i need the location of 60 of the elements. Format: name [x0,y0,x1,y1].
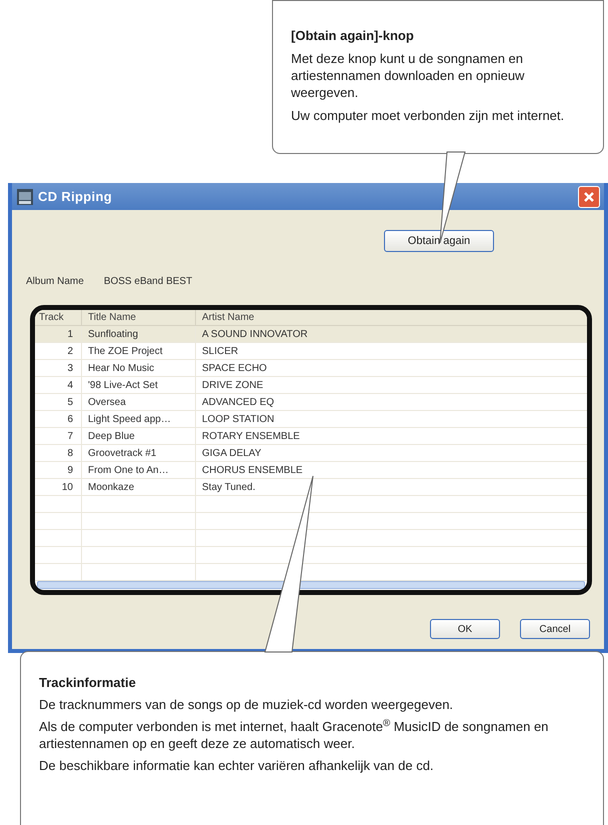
artist-name: GIGA DELAY [202,446,262,461]
track-title: Oversea [88,396,126,410]
callout-title: [Obtain again]-knop [291,27,415,44]
album-value: BOSS eBand BEST [104,275,192,289]
artist-name: DRIVE ZONE [202,378,264,393]
dialog-button[interactable]: OK [430,619,500,639]
callout-text: De tracknummers van de songs op de muziek-cd worden weergegeven. [39,696,454,713]
artist-name: SPACE ECHO [202,362,267,376]
artist-name: LOOP STATION [202,412,274,427]
track-number: 10 [62,480,73,495]
callout-text: De beschikbare informatie kan echter variëren afhankelijk van de cd. [39,757,435,774]
column-header[interactable]: Artist Name [195,310,587,326]
artist-name: ADVANCED EQ [202,396,274,410]
obtain-again-button[interactable]: Obtain again [384,230,494,252]
dialog-button[interactable]: Cancel [520,619,590,639]
track-title: Groovetrack #1 [88,446,156,461]
track-number: 8 [67,446,73,461]
horizontal-scrollbar[interactable] [37,581,585,589]
track-row[interactable]: 9 From One to An… CHORUS ENSEMBLE [35,462,587,480]
track-number: 4 [67,378,73,393]
artist-name: CHORUS ENSEMBLE [202,464,303,478]
track-number: 6 [67,412,73,427]
track-title: Light Speed app… [88,412,171,427]
artist-name: SLICER [202,344,238,359]
close-icon [583,190,595,202]
close-button[interactable] [578,186,600,208]
cd-app-icon [16,188,34,206]
track-row[interactable]: 3 Hear No Music SPACE ECHO [35,360,587,378]
track-title: Deep Blue [88,430,135,444]
track-number: 1 [67,328,73,342]
track-number: 7 [67,430,73,444]
track-row[interactable]: 2 The ZOE Project SLICER [35,343,587,360]
album-label: Album Name [26,275,84,289]
track-row[interactable]: 5 Oversea ADVANCED EQ [35,394,587,412]
callout-text: Uw computer moet verbonden zijn met internet. [291,107,566,124]
track-row[interactable]: 4 '98 Live-Act Set DRIVE ZONE [35,377,587,394]
callout-title: Trackinformatie [39,674,137,691]
track-title: '98 Live-Act Set [88,378,158,393]
artist-name: ROTARY ENSEMBLE [202,430,300,444]
track-row[interactable]: 6 Light Speed app… LOOP STATION [35,411,587,428]
artist-name: A SOUND INNOVATOR [202,328,308,342]
track-row[interactable]: 7 Deep Blue ROTARY ENSEMBLE [35,428,587,446]
track-number: 3 [67,362,73,376]
track-title: From One to An… [88,464,169,478]
track-number: 9 [67,464,73,478]
track-title: Moonkaze [88,480,134,495]
track-number: 2 [67,344,73,359]
track-row[interactable]: 8 Groovetrack #1 GIGA DELAY [35,445,587,462]
track-title: Hear No Music [88,362,154,376]
track-title: The ZOE Project [88,344,162,359]
artist-name: Stay Tuned. [202,480,256,495]
track-row[interactable]: 1 Sunfloating A SOUND INNOVATOR [35,326,587,344]
column-header[interactable]: Track [35,310,81,326]
window-title: CD Ripping [38,188,112,206]
callout-text: Als de computer verbonden is met internet, haalt Gracenote$^{®}$ MusicID de songnamen en artiestennamen op en geeft deze ze automatisch weer. [39,718,550,752]
track-number: 5 [67,396,73,410]
column-header[interactable]: Title Name [81,310,195,326]
callout-text: Met deze knop kunt u de songnamen en artiestennamen downloaden en opnieuw weergeven. [291,50,526,101]
track-title: Sunfloating [88,328,138,342]
track-row[interactable]: 10 Moonkaze Stay Tuned. [35,479,587,496]
